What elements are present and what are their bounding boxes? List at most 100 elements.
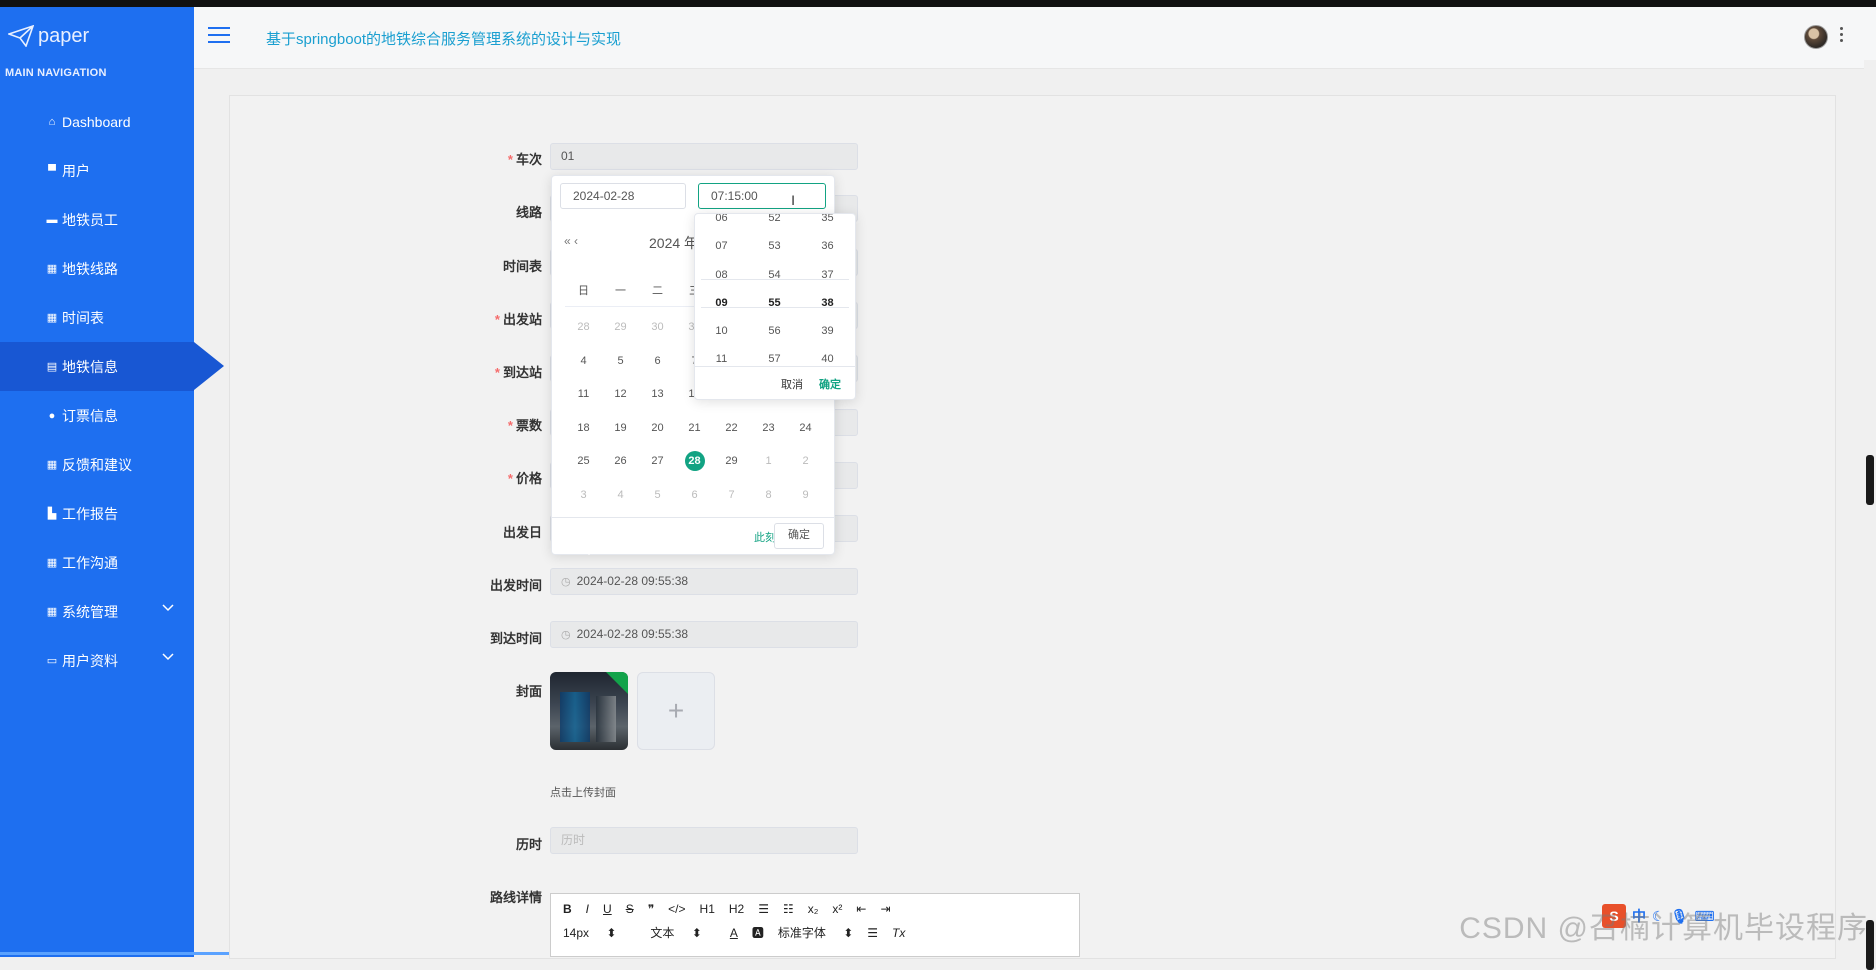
underline-button[interactable]: U	[603, 902, 612, 916]
scrollbar[interactable]	[1864, 60, 1876, 970]
label-checi: * 车次	[507, 152, 542, 167]
calendar-day[interactable]: 13	[639, 378, 676, 412]
picker-time-input[interactable]: 07:15:00 I	[698, 183, 826, 209]
calendar-day[interactable]: 8	[750, 479, 787, 513]
sidebar-item-communication[interactable]: ▦ 工作沟通	[0, 538, 194, 587]
font-family-select[interactable]: 标准字体 ⬍	[778, 924, 853, 941]
sidebar-item-profile[interactable]: ▭ 用户资料	[0, 636, 194, 685]
avatar[interactable]	[1804, 25, 1828, 49]
daodashijian-input[interactable]: ◷ 2024-02-28 09:55:38	[550, 621, 858, 648]
rich-text-editor[interactable]: B I U S ❞ </> H1 H2 ☰ ☷ x₂ x² ⇤ ⇥ 14px ⬍…	[550, 893, 1080, 957]
quote-button[interactable]: ❞	[648, 902, 654, 916]
label-fengmian: 封面	[515, 684, 542, 699]
sidebar-item-label: 工作沟通	[62, 554, 118, 571]
sidebar-item-booking[interactable]: ● 订票信息	[0, 391, 194, 440]
calendar-day[interactable]: 2	[787, 445, 824, 479]
sidebar-item-staff[interactable]: ▬ 地铁员工	[0, 195, 194, 244]
checi-input[interactable]: 01	[550, 143, 858, 170]
h1-button[interactable]: H1	[700, 902, 715, 916]
upload-add-button[interactable]: +	[637, 672, 715, 750]
calendar-day[interactable]: 21	[676, 412, 713, 446]
sidebar-item-feedback[interactable]: ▦ 反馈和建议	[0, 440, 194, 489]
superscript-button[interactable]: x²	[832, 902, 842, 916]
calendar-day-selected[interactable]: 28	[676, 445, 713, 479]
sidebar-item-system[interactable]: ▦ 系统管理	[0, 587, 194, 636]
ordered-list-button[interactable]: ☰	[758, 902, 769, 916]
calendar-day[interactable]: 9	[787, 479, 824, 513]
calendar-day[interactable]: 23	[750, 412, 787, 446]
calendar-day[interactable]: 30	[639, 311, 676, 345]
clear-format-icon[interactable]: Tx	[892, 926, 905, 940]
subscript-button[interactable]: x₂	[808, 902, 819, 916]
font-size-select[interactable]: 14px ⬍	[563, 926, 616, 940]
calendar-day[interactable]: 7	[713, 479, 750, 513]
time-cancel-button[interactable]: 取消	[781, 376, 803, 392]
picker-confirm-button[interactable]: 确定	[774, 523, 824, 549]
hour-column[interactable]: 06 07 08 09 10 11	[695, 214, 748, 364]
calendar-day[interactable]: 12	[602, 378, 639, 412]
font-color-icon[interactable]: A	[730, 926, 738, 940]
calendar-day[interactable]: 5	[602, 345, 639, 379]
sidebar-item-label: 用户	[62, 162, 90, 179]
monitor-icon: ▀	[48, 164, 56, 177]
calendar-day[interactable]: 24	[787, 412, 824, 446]
sidebar-item-reports[interactable]: ▙ 工作报告	[0, 489, 194, 538]
sidebar-item-users[interactable]: ▀ 用户	[0, 146, 194, 195]
calendar-day[interactable]: 29	[713, 445, 750, 479]
sidebar-item-dashboard[interactable]: ⌂ Dashboard	[0, 97, 194, 146]
now-button[interactable]: 此刻	[754, 529, 776, 545]
calendar-day[interactable]: 28	[565, 311, 602, 345]
outdent-button[interactable]: ⇤	[856, 902, 866, 916]
sidebar-item-metro-info[interactable]: ▤ 地铁信息	[0, 342, 224, 391]
sidebar: paper MAIN NAVIGATION ⌂ Dashboard ▀ 用户 ▬…	[0, 7, 470, 958]
sidebar-item-label: 时间表	[62, 309, 104, 326]
prev-year-button[interactable]: « ‹	[564, 234, 578, 248]
calendar-day[interactable]: 29	[602, 311, 639, 345]
calendar-day[interactable]: 20	[639, 412, 676, 446]
scrollbar-thumb[interactable]	[1866, 455, 1874, 505]
bold-button[interactable]: B	[563, 902, 572, 916]
calendar-day[interactable]: 26	[602, 445, 639, 479]
upload-tip: 点击上传封面	[550, 787, 616, 799]
chufashijian-input[interactable]: ◷ 2024-02-28 09:55:38	[550, 568, 858, 595]
cover-image-thumbnail[interactable]	[550, 672, 628, 750]
picker-date-input[interactable]: 2024-02-28	[560, 183, 686, 209]
logo[interactable]: paper	[8, 21, 89, 51]
label-chufazhan: * 出发站	[494, 312, 542, 327]
time-confirm-button[interactable]: 确定	[819, 376, 841, 392]
italic-button[interactable]: I	[586, 902, 589, 916]
calendar-day[interactable]: 4	[565, 345, 602, 379]
second-column[interactable]: 35 36 37 38 39 40	[801, 214, 854, 364]
calendar-day[interactable]: 3	[565, 479, 602, 513]
calendar-day[interactable]: 5	[639, 479, 676, 513]
doc-icon: ▤	[46, 361, 58, 373]
align-icon[interactable]: ☰	[867, 926, 878, 940]
strike-button[interactable]: S	[626, 902, 634, 916]
calendar-day[interactable]: 19	[602, 412, 639, 446]
calendar-day[interactable]: 6	[676, 479, 713, 513]
calendar-day[interactable]: 27	[639, 445, 676, 479]
indent-button[interactable]: ⇥	[880, 902, 890, 916]
sidebar-item-timetable[interactable]: ▦ 时间表	[0, 293, 194, 342]
bullet-list-button[interactable]: ☷	[783, 902, 794, 916]
calendar-day[interactable]: 4	[602, 479, 639, 513]
minute-column[interactable]: 52 53 54 55 56 57	[748, 214, 801, 364]
code-button[interactable]: </>	[668, 902, 685, 916]
text-type-select[interactable]: 文本 ⬍	[650, 924, 701, 941]
sidebar-item-lines[interactable]: ▦ 地铁线路	[0, 244, 194, 293]
label-piaoshu: * 票数	[507, 418, 542, 433]
menu-toggle-icon[interactable]	[208, 27, 230, 45]
calendar-day[interactable]: 18	[565, 412, 602, 446]
calendar-day[interactable]: 6	[639, 345, 676, 379]
time-spinner-columns: 06 07 08 09 10 11 52 53 54 55 56 57 35 3…	[695, 214, 855, 364]
calendar-day[interactable]: 25	[565, 445, 602, 479]
h2-button[interactable]: H2	[729, 902, 744, 916]
calendar-day[interactable]: 22	[713, 412, 750, 446]
lishi-input[interactable]: 历时	[550, 827, 858, 854]
calendar-day[interactable]: 11	[565, 378, 602, 412]
more-icon[interactable]	[1840, 27, 1844, 45]
calendar-day[interactable]: 1	[750, 445, 787, 479]
label-jiage: * 价格	[507, 471, 542, 486]
background-color-icon[interactable]: 🅰	[752, 924, 764, 941]
sidebar-item-label: 订票信息	[62, 407, 118, 424]
